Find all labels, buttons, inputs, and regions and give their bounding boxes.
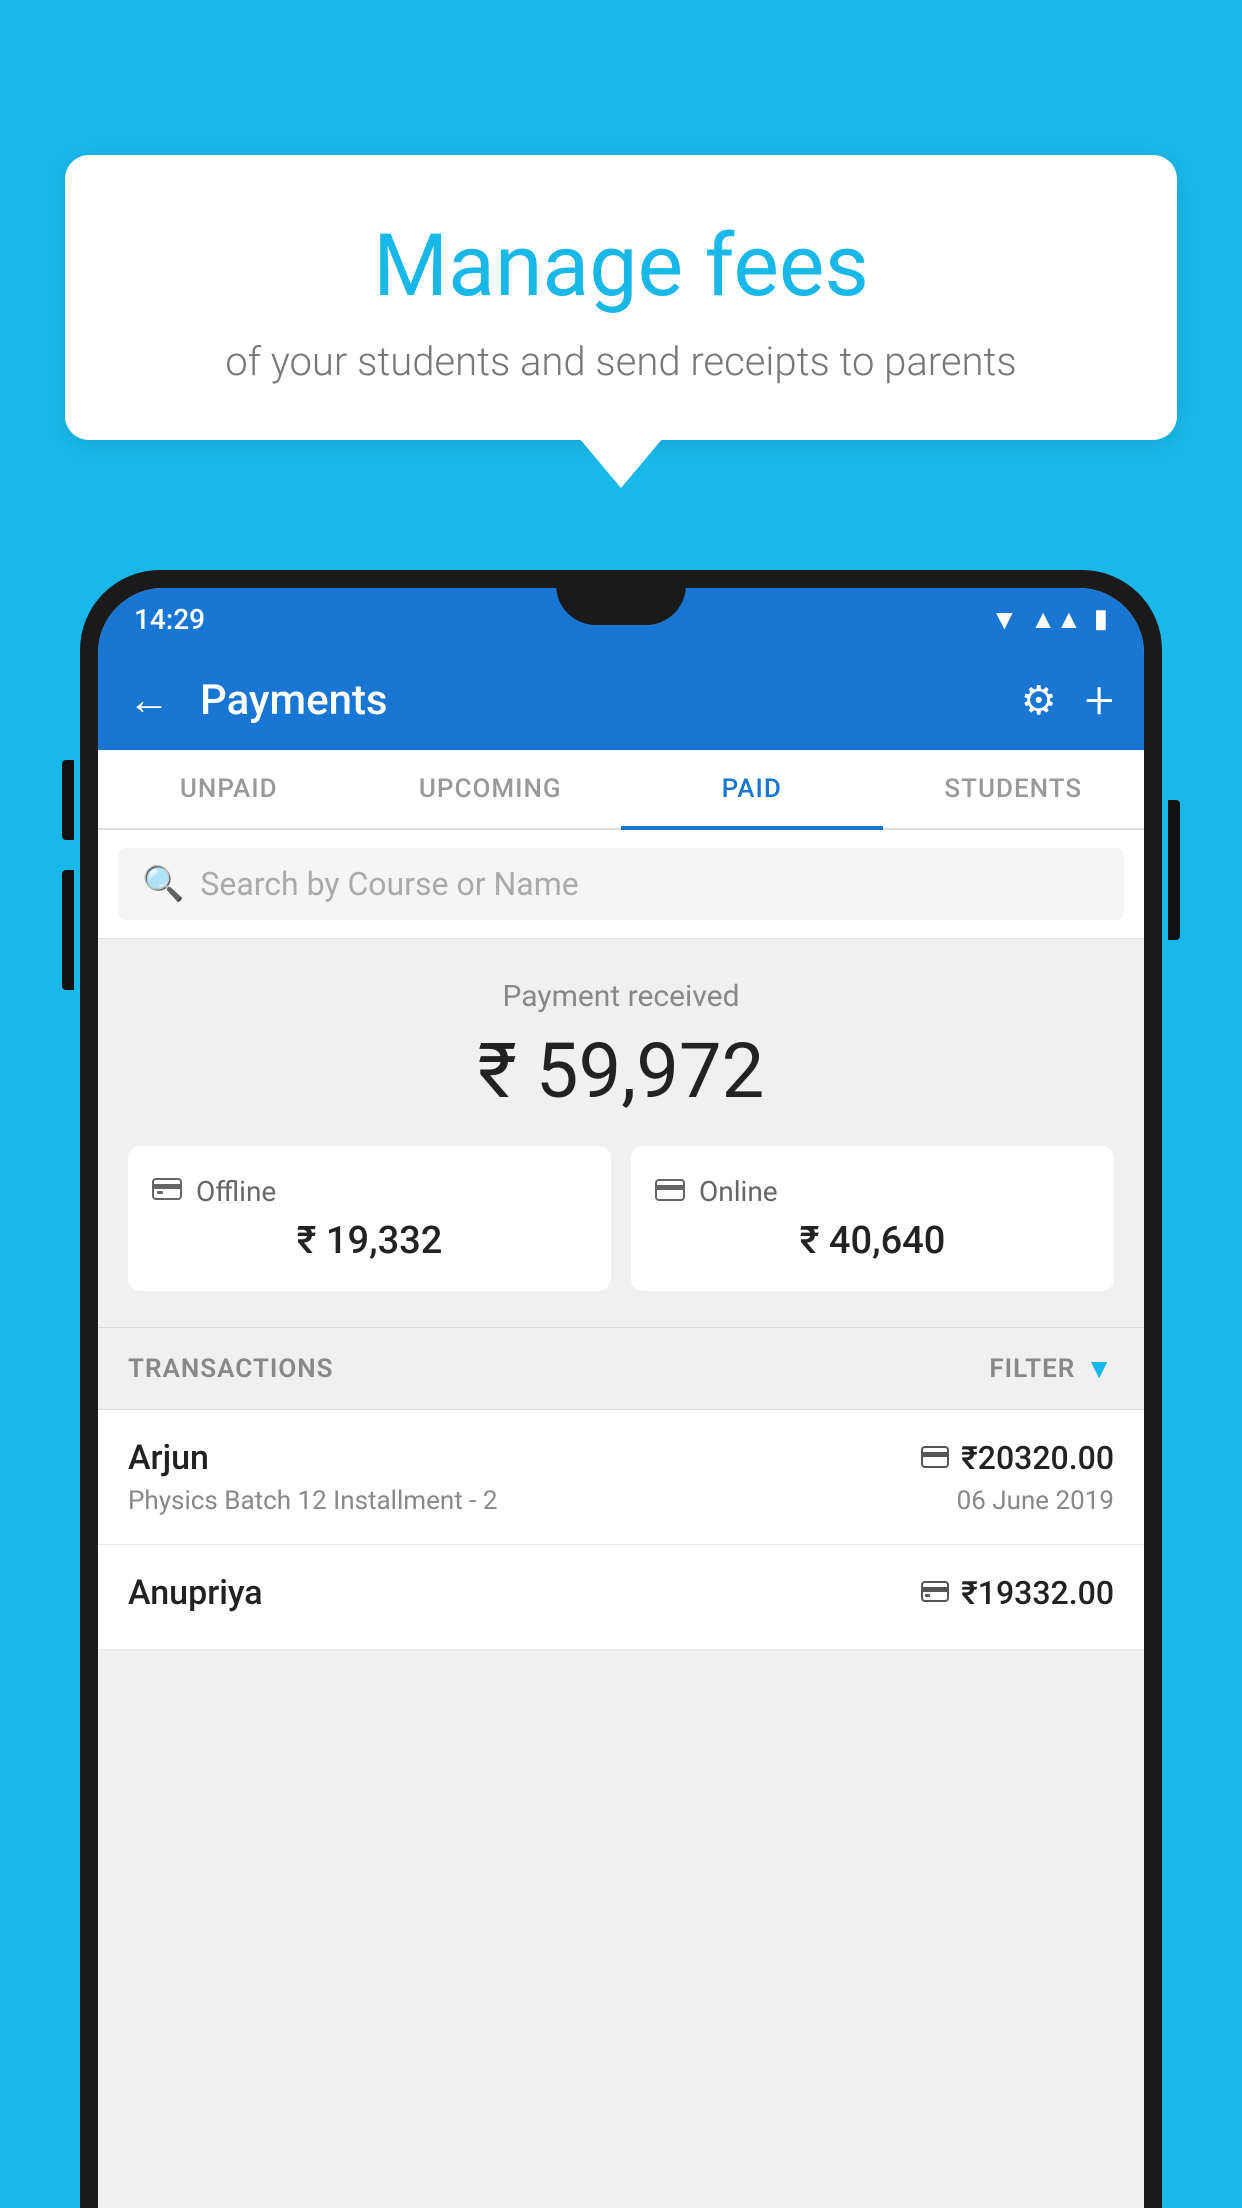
settings-button[interactable]: ⚙ [1021,677,1057,724]
transaction-amount: ₹20320.00 [961,1439,1114,1477]
wifi-icon: ▼ [991,603,1019,636]
offline-icon [152,1174,182,1209]
online-card: Online ₹ 40,640 [631,1146,1114,1291]
search-placeholder: Search by Course or Name [200,865,578,903]
app-bar-actions: ⚙ + [1021,670,1114,731]
transaction-row-bottom: Physics Batch 12 Installment - 2 06 June… [128,1486,1114,1516]
transaction-date: 06 June 2019 [957,1486,1114,1516]
battery-icon: ▮ [1094,604,1108,634]
search-icon: 🔍 [142,864,184,904]
transaction-course: Physics Batch 12 Installment - 2 [128,1486,497,1516]
tab-students[interactable]: STUDENTS [883,750,1145,828]
transactions-label: TRANSACTIONS [128,1354,334,1384]
phone-frame: 14:29 ▼ ▲▲ ▮ ← Payments ⚙ + UNPAID [80,570,1162,2208]
filter-icon: ▼ [1085,1352,1114,1385]
online-icon [655,1174,685,1209]
online-card-header: Online [655,1174,1090,1209]
transaction-row[interactable]: Arjun ₹20320.00 Physics Batch 12 Install… [98,1410,1144,1545]
offline-card-header: Offline [152,1174,587,1209]
transaction-offline-icon [921,1577,949,1610]
back-button[interactable]: ← [128,676,170,725]
transaction-amount: ₹19332.00 [961,1574,1114,1612]
payment-cards: Offline ₹ 19,332 Online [128,1146,1114,1291]
transaction-name: Anupriya [128,1573,263,1613]
transaction-name: Arjun [128,1438,209,1478]
status-icons: ▼ ▲▲ ▮ [991,603,1109,636]
online-amount: ₹ 40,640 [655,1219,1090,1263]
speech-bubble: Manage fees of your students and send re… [65,155,1177,440]
app-title: Payments [200,676,1001,725]
transaction-row[interactable]: Anupriya ₹19332.00 [98,1545,1144,1650]
transaction-amount-wrap: ₹20320.00 [921,1439,1114,1477]
transaction-amount-wrap: ₹19332.00 [921,1574,1114,1612]
filter-label: FILTER [989,1354,1075,1384]
offline-label: Offline [196,1175,276,1208]
offline-card: Offline ₹ 19,332 [128,1146,611,1291]
status-time: 14:29 [134,603,205,636]
phone-screen: 14:29 ▼ ▲▲ ▮ ← Payments ⚙ + UNPAID [98,588,1144,2208]
tab-paid[interactable]: PAID [621,750,883,828]
volume-button [62,760,74,840]
app-bar: ← Payments ⚙ + [98,650,1144,750]
transactions-header: TRANSACTIONS FILTER ▼ [98,1328,1144,1410]
payment-summary: Payment received ₹ 59,972 Offline [98,939,1144,1328]
tabs-bar: UNPAID UPCOMING PAID STUDENTS [98,750,1144,830]
search-bar[interactable]: 🔍 Search by Course or Name [118,848,1124,920]
power-button [1168,800,1180,940]
volume-button-down [62,870,74,990]
bubble-heading: Manage fees [115,215,1127,316]
tab-upcoming[interactable]: UPCOMING [360,750,622,828]
transaction-row-top: Anupriya ₹19332.00 [128,1573,1114,1613]
transaction-row-top: Arjun ₹20320.00 [128,1438,1114,1478]
bubble-subtext: of your students and send receipts to pa… [115,338,1127,385]
payment-label: Payment received [128,979,1114,1014]
filter-button[interactable]: FILTER ▼ [989,1352,1114,1385]
payment-amount: ₹ 59,972 [128,1026,1114,1116]
offline-amount: ₹ 19,332 [152,1219,587,1263]
signal-icon: ▲▲ [1030,604,1081,635]
online-label: Online [699,1175,778,1208]
search-container: 🔍 Search by Course or Name [98,830,1144,939]
tab-unpaid[interactable]: UNPAID [98,750,360,828]
add-button[interactable]: + [1085,670,1114,731]
transaction-online-icon [921,1442,949,1475]
phone-notch [556,570,686,625]
